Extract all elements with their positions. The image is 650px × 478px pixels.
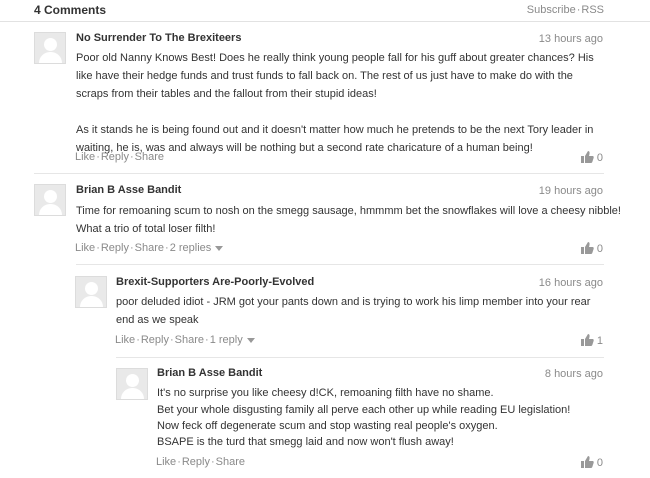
reply-link[interactable]: Reply: [182, 456, 210, 468]
comment-line: BSAPE is the turd that smegg laid and no…: [157, 436, 454, 448]
comment-timestamp[interactable]: 8 hours ago: [545, 368, 603, 380]
avatar[interactable]: [116, 368, 148, 400]
comment-reply: Brian B Asse Bandit 8 hours ago It's no …: [0, 0, 650, 478]
like-link[interactable]: Like: [156, 456, 176, 468]
like-count[interactable]: 0: [580, 456, 603, 469]
comment-line: It's no surprise you like cheesy d!CK, r…: [157, 387, 494, 399]
comment-body: It's no surprise you like cheesy d!CK, r…: [157, 384, 607, 450]
thumbs-up-icon: [580, 456, 594, 468]
comment-line: Now feck off degenerate scum and stop wa…: [157, 420, 498, 432]
comment-author[interactable]: Brian B Asse Bandit: [157, 367, 262, 379]
comment-actions: Like·Reply·Share: [156, 456, 246, 468]
share-link[interactable]: Share: [216, 456, 245, 468]
comment-line: Bet your whole disgusting family all per…: [157, 404, 571, 416]
